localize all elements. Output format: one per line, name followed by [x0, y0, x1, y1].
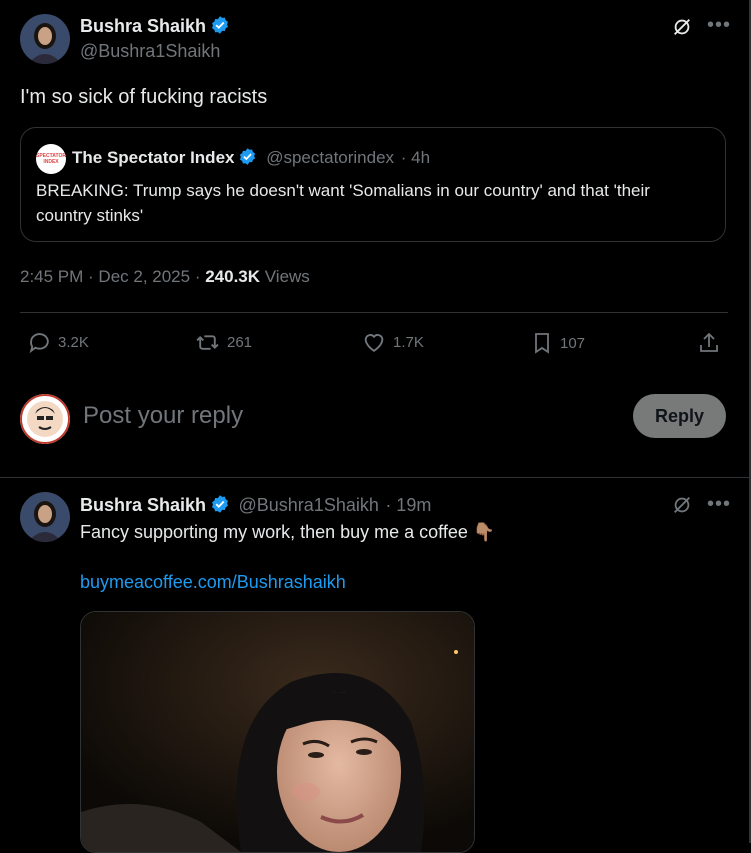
reply-time[interactable]: · 19m [385, 495, 431, 515]
tweet-meta: 2:45 PM · Dec 2, 2025 · 240.3K Views [20, 267, 310, 287]
author-avatar[interactable] [20, 14, 70, 64]
reply-author-avatar[interactable] [20, 492, 70, 542]
reply-button[interactable]: Reply [633, 394, 726, 438]
quote-author-name: The Spectator Index [72, 148, 235, 167]
reply-input[interactable]: Post your reply [83, 402, 243, 430]
share-action[interactable] [697, 330, 727, 356]
bookmark-action[interactable]: 107 [530, 330, 585, 356]
quote-avatar: SPECTATOR INDEX [36, 144, 66, 174]
reply-action[interactable]: 3.2K [27, 330, 89, 355]
bookmark-icon [535, 333, 549, 354]
share-icon [700, 332, 718, 352]
thread-divider [0, 477, 749, 478]
more-options-icon[interactable]: ••• [707, 493, 731, 516]
reply-icon [29, 333, 49, 354]
tweet-text: I'm so sick of fucking racists [20, 86, 268, 108]
more-options-icon[interactable]: ••• [707, 14, 731, 37]
repost-icon [196, 335, 219, 350]
grok-icon[interactable] [671, 16, 693, 43]
author-name[interactable]: Bushra Shaikh [80, 16, 206, 36]
views-label: Views [260, 267, 310, 286]
reply-text: Fancy supporting my work, then buy me a … [80, 522, 496, 542]
coffee-link[interactable]: buymeacoffee.com/Bushrashaikh [80, 572, 346, 593]
quote-author-handle: @spectatorindex [266, 148, 395, 167]
quote-time: · 4h [400, 148, 431, 167]
attached-photo[interactable] [80, 611, 475, 853]
views-count: 240.3K [205, 267, 261, 286]
current-user-avatar[interactable] [20, 394, 70, 444]
verified-badge-icon [210, 15, 230, 40]
repost-action[interactable]: 261 [194, 330, 252, 355]
grok-icon[interactable] [671, 494, 693, 521]
like-action[interactable]: 1.7K [361, 330, 424, 355]
timestamp[interactable]: 2:45 PM · Dec 2, 2025 · [20, 267, 205, 286]
verified-badge-icon [238, 147, 257, 171]
reply-author-name[interactable]: Bushra Shaikh [80, 495, 206, 515]
author-handle[interactable]: @Bushra1Shaikh [80, 41, 220, 62]
reply-author-handle[interactable]: @Bushra1Shaikh [239, 495, 379, 515]
heart-icon [364, 334, 384, 352]
quote-text: BREAKING: Trump says he doesn't want 'So… [36, 181, 650, 225]
verified-badge-icon [210, 494, 230, 519]
quoted-tweet[interactable]: SPECTATOR INDEX The Spectator Index @spec… [20, 127, 726, 242]
